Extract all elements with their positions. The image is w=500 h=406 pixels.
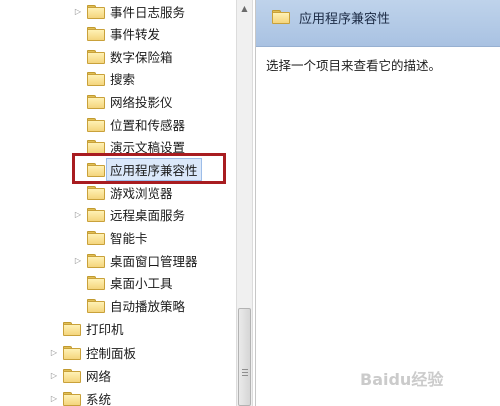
folder-icon xyxy=(87,26,105,41)
tree-item-label: 位置和传感器 xyxy=(110,117,186,133)
description-pane: 应用程序兼容性 选择一个项目来查看它的描述。 xyxy=(255,0,500,406)
tree-item-label: 自动播放策略 xyxy=(110,298,186,314)
folder-icon xyxy=(272,10,290,24)
tree-item-event-forwarding[interactable]: 事件转发 xyxy=(87,22,160,44)
scroll-up-arrow-icon[interactable]: ▲ xyxy=(237,0,252,17)
tree-item-event-log-service[interactable]: ▷ 事件日志服务 xyxy=(72,0,185,22)
tree-item-label: 演示文稿设置 xyxy=(110,139,186,155)
expand-arrow-icon[interactable]: ▷ xyxy=(72,203,84,225)
folder-icon xyxy=(87,94,105,109)
folder-icon xyxy=(87,162,105,177)
tree-item-label: 事件转发 xyxy=(110,26,161,42)
grip-line xyxy=(242,372,248,373)
tree-item-label: 打印机 xyxy=(86,321,124,337)
folder-icon xyxy=(87,71,105,86)
tree-item-autoplay-policies[interactable]: 自动播放策略 xyxy=(87,294,185,316)
tree-item-label: 系统 xyxy=(86,391,112,406)
watermark: Baidu经验 xyxy=(360,370,444,389)
folder-icon xyxy=(63,345,81,360)
tree-item-desktop-gadgets[interactable]: 桌面小工具 xyxy=(87,271,173,293)
folder-icon xyxy=(63,368,81,383)
policy-tree: ▷ 事件日志服务 事件转发 数字保险箱 搜索 网络投影仪 位置和传感器 演示文稿… xyxy=(0,0,236,406)
tree-item-label: 应用程序兼容性 xyxy=(106,157,202,181)
folder-icon xyxy=(87,253,105,268)
tree-item-label: 桌面窗口管理器 xyxy=(110,253,198,269)
tree-item-presentation-settings[interactable]: 演示文稿设置 xyxy=(87,135,185,157)
folder-icon xyxy=(87,275,105,290)
tree-item-label: 控制面板 xyxy=(86,345,137,361)
expand-arrow-icon[interactable]: ▷ xyxy=(48,341,60,363)
folder-icon xyxy=(87,207,105,222)
tree-item-game-explorer[interactable]: 游戏浏览器 xyxy=(87,181,173,203)
folder-icon xyxy=(87,139,105,154)
folder-icon xyxy=(87,117,105,132)
folder-icon xyxy=(87,185,105,200)
tree-item-remote-desktop-services[interactable]: ▷ 远程桌面服务 xyxy=(72,203,185,225)
tree-item-location-sensors[interactable]: 位置和传感器 xyxy=(87,113,185,135)
tree-item-label: 网络 xyxy=(86,368,112,384)
tree-item-label: 游戏浏览器 xyxy=(110,185,173,201)
tree-item-search[interactable]: 搜索 xyxy=(87,67,135,89)
tree-item-network-projector[interactable]: 网络投影仪 xyxy=(87,90,173,112)
tree-item-desktop-window-manager[interactable]: ▷ 桌面窗口管理器 xyxy=(72,249,198,271)
tree-item-smart-card[interactable]: 智能卡 xyxy=(87,226,148,248)
expand-arrow-icon[interactable]: ▷ xyxy=(48,364,60,386)
grip-line xyxy=(242,369,248,370)
tree-scrollbar[interactable]: ▲ xyxy=(236,0,253,406)
tree-item-printers[interactable]: 打印机 xyxy=(63,317,124,339)
description-title: 应用程序兼容性 xyxy=(299,12,391,27)
tree-item-digital-locker[interactable]: 数字保险箱 xyxy=(87,45,173,67)
expand-arrow-icon[interactable]: ▷ xyxy=(72,0,84,22)
tree-item-label: 网络投影仪 xyxy=(110,94,173,110)
tree-item-label: 远程桌面服务 xyxy=(110,207,186,223)
tree-item-label: 数字保险箱 xyxy=(110,49,173,65)
tree-item-network[interactable]: ▷ 网络 xyxy=(48,364,111,386)
tree-item-label: 事件日志服务 xyxy=(110,4,186,20)
folder-icon xyxy=(63,321,81,336)
description-header: 应用程序兼容性 xyxy=(256,0,500,47)
tree-item-label: 桌面小工具 xyxy=(110,275,173,291)
folder-icon xyxy=(87,230,105,245)
tree-item-system[interactable]: ▷ 系统 xyxy=(48,387,111,406)
folder-icon xyxy=(63,391,81,406)
folder-icon xyxy=(87,298,105,313)
expand-arrow-icon[interactable]: ▷ xyxy=(72,249,84,271)
folder-icon xyxy=(87,4,105,19)
folder-icon xyxy=(87,49,105,64)
expand-arrow-icon[interactable]: ▷ xyxy=(48,387,60,406)
scroll-thumb[interactable] xyxy=(238,308,251,406)
description-text: 选择一个项目来查看它的描述。 xyxy=(266,58,442,73)
grip-line xyxy=(242,375,248,376)
tree-item-app-compatibility[interactable]: 应用程序兼容性 xyxy=(87,157,202,181)
tree-item-control-panel[interactable]: ▷ 控制面板 xyxy=(48,341,136,363)
tree-item-label: 搜索 xyxy=(110,71,136,87)
tree-item-label: 智能卡 xyxy=(110,230,148,246)
